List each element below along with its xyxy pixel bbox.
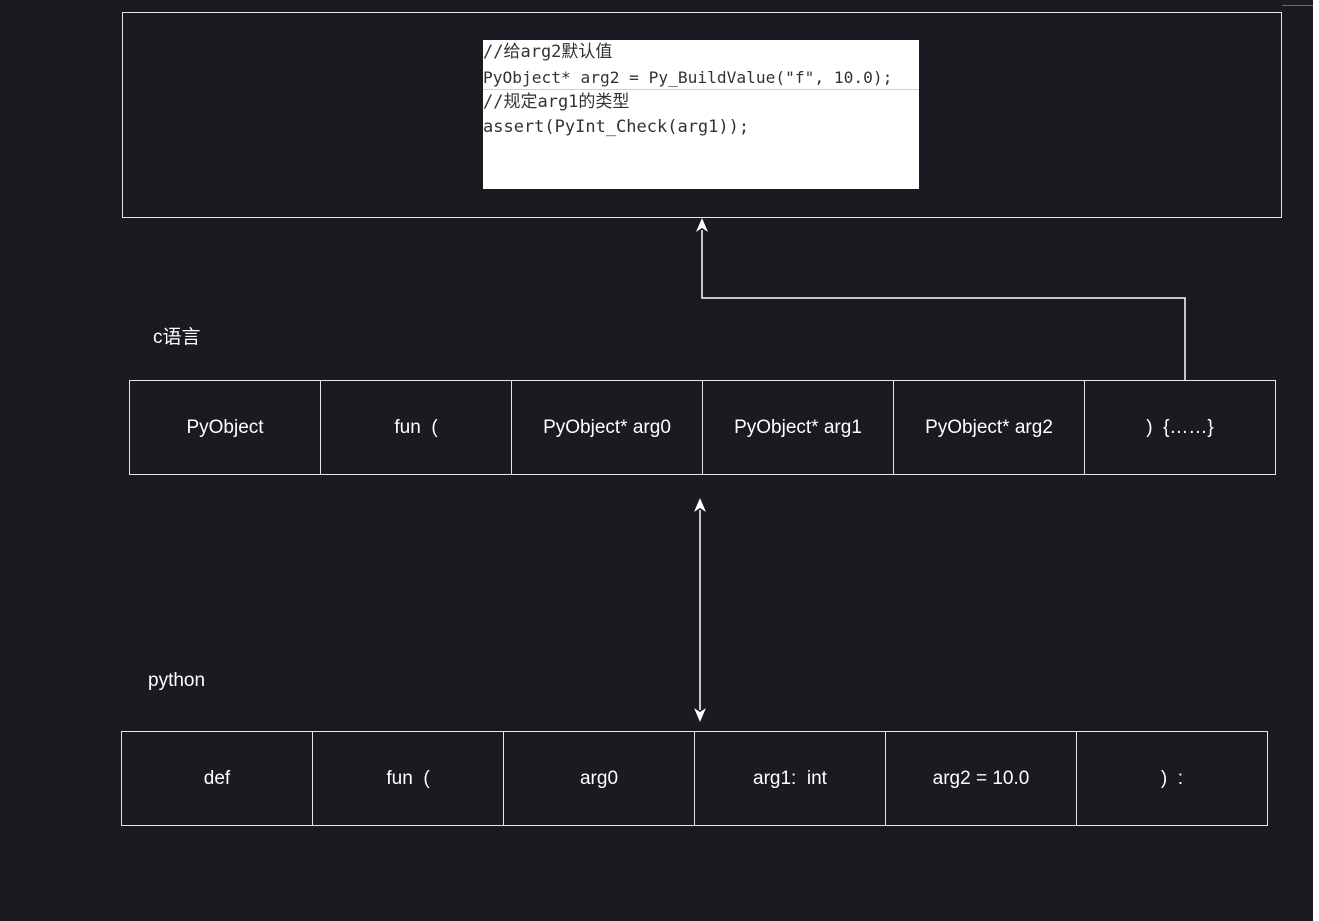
code-snippet-box: //给arg2默认值 PyObject* arg2 = Py_BuildValu… <box>483 40 919 189</box>
py-cell-def: def <box>121 731 313 826</box>
right-edge-bar <box>1313 0 1319 921</box>
py-cell-arg1: arg1: int <box>694 731 886 826</box>
elbow-connector-line <box>701 230 1186 380</box>
arrowhead-up-to-code <box>696 218 708 232</box>
c-cell-fun: fun ( <box>320 380 512 475</box>
arrowhead-down-to-python <box>694 708 706 722</box>
code-comment-default: //给arg2默认值 <box>483 42 613 62</box>
code-assert: assert(PyInt_Check(arg1)); <box>483 117 750 137</box>
c-cell-arg0: PyObject* arg0 <box>511 380 703 475</box>
c-cell-return-type: PyObject <box>129 380 321 475</box>
py-cell-fun: fun ( <box>312 731 504 826</box>
code-build-value: PyObject* arg2 = Py_BuildValue("f", 10.0… <box>483 68 893 87</box>
diagram-canvas: //给arg2默认值 PyObject* arg2 = Py_BuildValu… <box>0 0 1319 921</box>
py-cell-arg0: arg0 <box>503 731 695 826</box>
c-cell-body: ) {……} <box>1084 380 1276 475</box>
c-language-label: c语言 <box>153 327 201 348</box>
py-cell-arg2: arg2 = 10.0 <box>885 731 1077 826</box>
c-cell-arg1: PyObject* arg1 <box>702 380 894 475</box>
python-signature-row: def fun ( arg0 arg1: int arg2 = 10.0 ) : <box>121 731 1268 826</box>
top-divider <box>1282 5 1313 6</box>
c-cell-arg2: PyObject* arg2 <box>893 380 1085 475</box>
c-signature-row: PyObject fun ( PyObject* arg0 PyObject* … <box>129 380 1276 475</box>
code-comment-type: //规定arg1的类型 <box>483 92 630 112</box>
arrowhead-up-to-c <box>694 498 706 512</box>
python-label: python <box>148 670 206 691</box>
py-cell-close: ) : <box>1076 731 1268 826</box>
